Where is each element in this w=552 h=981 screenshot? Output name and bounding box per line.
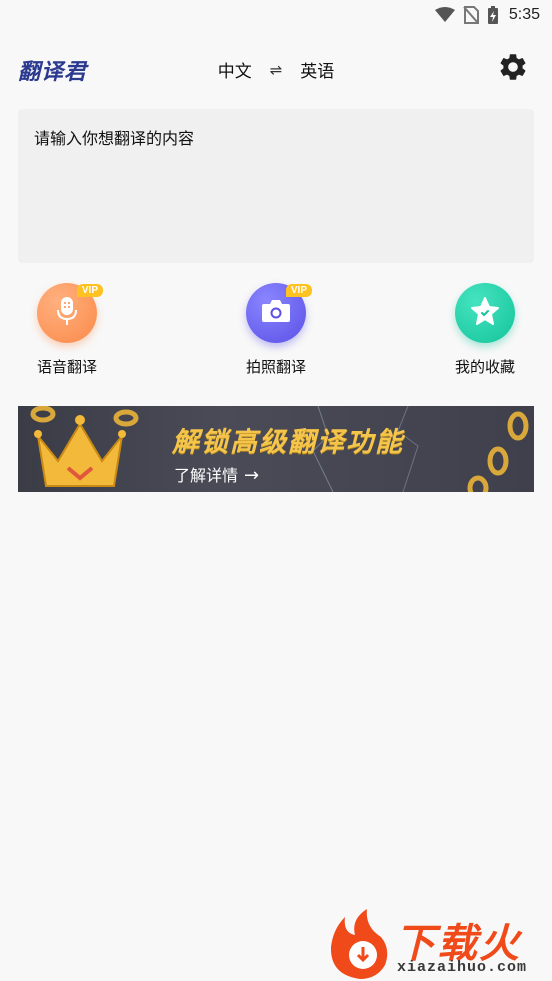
- translation-input-box: [18, 109, 534, 263]
- swap-languages-icon[interactable]: ⇌: [270, 61, 283, 79]
- no-sim-icon: [463, 6, 479, 24]
- vip-badge: VIP: [76, 284, 103, 297]
- language-switcher: 中文 ⇌ 英语: [0, 57, 552, 83]
- voice-translate-button[interactable]: VIP 语音翻译: [12, 283, 122, 377]
- watermark: 下载火 xiazaihuo.com: [325, 907, 552, 981]
- vip-badge: VIP: [285, 284, 312, 297]
- app-header: 翻译君 中文 ⇌ 英语: [0, 44, 552, 94]
- voice-translate-circle: VIP: [37, 283, 103, 343]
- unlock-premium-banner[interactable]: 解锁高级翻译功能 了解详情 →: [18, 406, 534, 492]
- feature-buttons: VIP 语音翻译 VIP 拍照翻译 我的收藏: [0, 283, 552, 383]
- star-icon: [470, 296, 500, 330]
- target-language-button[interactable]: 英语: [300, 57, 334, 82]
- photo-translate-button[interactable]: VIP 拍照翻译: [221, 283, 331, 377]
- photo-translate-circle: VIP: [246, 283, 312, 343]
- camera-icon: [261, 298, 291, 328]
- arrow-right-icon: →: [244, 465, 260, 486]
- microphone-icon: [54, 295, 80, 331]
- status-time: 5:35: [508, 6, 540, 23]
- photo-translate-label: 拍照翻译: [245, 358, 306, 376]
- crown-icon: [34, 415, 126, 487]
- banner-title: 解锁高级翻译功能: [172, 427, 404, 458]
- voice-translate-label: 语音翻译: [36, 358, 97, 376]
- settings-button[interactable]: [496, 52, 530, 86]
- my-favorites-button[interactable]: 我的收藏: [430, 283, 540, 377]
- gear-icon: [497, 51, 529, 87]
- source-language-button[interactable]: 中文: [218, 57, 252, 82]
- wifi-icon: [434, 7, 455, 23]
- translation-input[interactable]: [18, 109, 534, 263]
- battery-charging-icon: [487, 5, 499, 25]
- banner-details-label: 了解详情: [174, 466, 239, 485]
- status-bar: 5:35: [0, 0, 552, 30]
- flame-logo-icon: [330, 909, 388, 979]
- banner-details-link[interactable]: 了解详情 →: [174, 462, 259, 486]
- watermark-url: xiazaihuo.com: [397, 959, 528, 976]
- my-favorites-circle: [455, 283, 515, 343]
- my-favorites-label: 我的收藏: [454, 358, 515, 376]
